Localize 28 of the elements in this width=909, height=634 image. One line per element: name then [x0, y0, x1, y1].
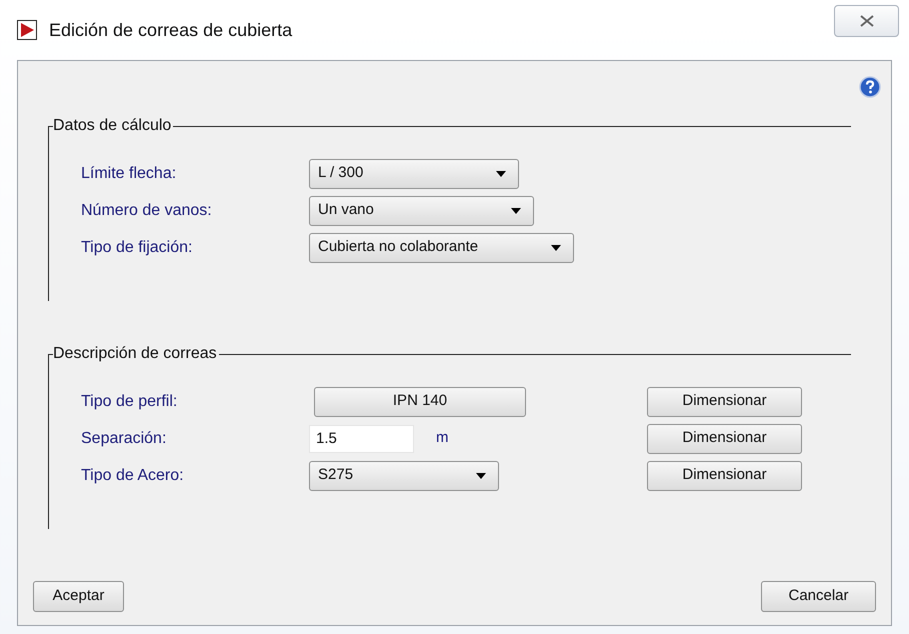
dropdown[interactable]: S275 [309, 460, 499, 490]
window-title: Edición de correas de cubierta [49, 18, 292, 42]
dropdown-caret-icon [511, 208, 521, 214]
dropdown[interactable]: Cubierta no colaborante [309, 232, 574, 262]
field-label: Tipo de Acero: [80, 466, 185, 486]
dropdown[interactable]: Un vano [309, 196, 534, 226]
dropdown-caret-icon [551, 244, 561, 250]
dimension-button[interactable]: Dimensionar [647, 386, 802, 416]
unit-label: m [436, 428, 448, 448]
dropdown[interactable]: L / 300 [309, 158, 519, 188]
accept-button[interactable]: Aceptar [33, 581, 124, 612]
field-label: Límite flecha: [80, 164, 178, 184]
dimension-button[interactable]: Dimensionar [647, 424, 802, 454]
help-icon [859, 76, 881, 98]
field-label: Tipo de perfil: [80, 392, 178, 412]
dropdown-caret-icon [496, 170, 506, 176]
profile-button[interactable]: IPN 140 [314, 386, 526, 416]
input-field[interactable]: 1.5 [309, 424, 414, 452]
app-logo-icon [17, 20, 37, 40]
dimension-button[interactable]: Dimensionar [647, 460, 802, 490]
group-title: Descripción de correas [53, 344, 219, 364]
dropdown-caret-icon [476, 472, 486, 478]
field-label: Tipo de fijación: [80, 238, 194, 258]
close-button[interactable] [834, 5, 899, 37]
close-icon [860, 15, 874, 27]
cancel-button[interactable]: Cancelar [761, 581, 876, 612]
field-label: Número de vanos: [80, 200, 213, 220]
field-label: Separación: [80, 428, 168, 448]
